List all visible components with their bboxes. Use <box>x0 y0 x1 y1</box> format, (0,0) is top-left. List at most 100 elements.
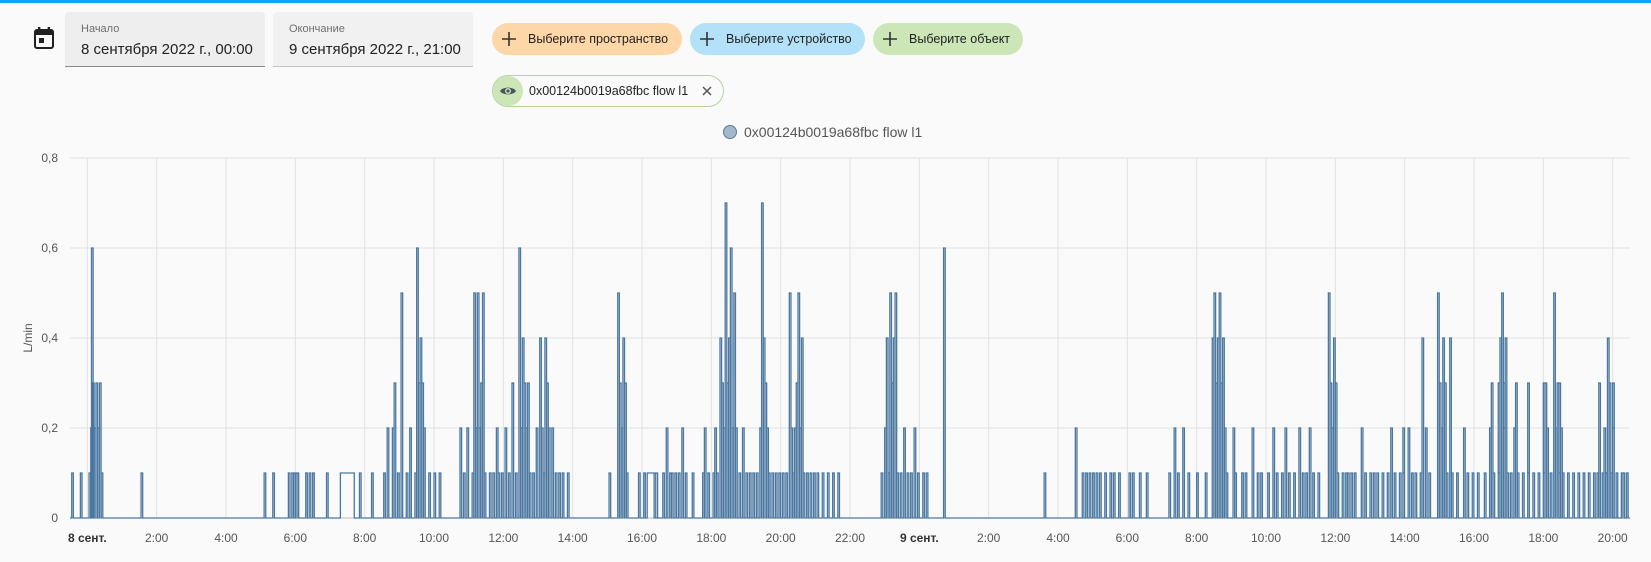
data-point <box>1232 427 1234 429</box>
start-date-field[interactable]: Начало 8 сентября 2022 г., 00:00 <box>65 12 265 67</box>
data-point <box>748 472 751 474</box>
data-point <box>778 472 780 474</box>
data-point <box>1272 427 1274 429</box>
top-accent-bar <box>0 0 1651 3</box>
data-point <box>1118 472 1120 474</box>
data-point <box>386 427 388 429</box>
data-point <box>618 382 621 384</box>
data-point <box>1081 472 1083 474</box>
data-point <box>1546 427 1548 429</box>
y-tick-label: 0 <box>51 511 58 525</box>
chart-legend[interactable]: 0x00124b0019a68fbc flow l1 <box>723 124 922 140</box>
data-point <box>400 292 402 294</box>
data-point <box>788 292 790 294</box>
x-tick-label: 4:00 <box>214 531 238 545</box>
data-point <box>1369 472 1371 474</box>
data-point <box>419 337 421 339</box>
data-point <box>781 472 784 474</box>
x-tick-label: 12:00 <box>488 531 518 545</box>
data-point <box>1251 427 1253 429</box>
data-point <box>1542 472 1544 474</box>
data-point <box>714 427 716 429</box>
data-point <box>527 382 529 384</box>
data-point <box>1492 472 1494 474</box>
data-point <box>906 472 908 474</box>
data-point <box>1376 472 1378 474</box>
end-date-value: 9 сентября 2022 г., 21:00 <box>289 41 461 58</box>
data-point <box>1092 472 1094 474</box>
data-point <box>1577 472 1579 474</box>
data-point <box>724 202 726 204</box>
data-point <box>1327 292 1329 294</box>
data-point <box>1544 382 1546 384</box>
x-tick-label: 8:00 <box>1185 531 1209 545</box>
data-point <box>1095 472 1097 474</box>
data-point <box>391 427 393 429</box>
data-point <box>767 472 770 474</box>
data-point <box>1109 472 1111 474</box>
data-point <box>1504 337 1506 339</box>
x-tick-label: 9 сент. <box>900 531 939 545</box>
data-point <box>677 472 680 474</box>
choose-entity-button[interactable]: Выберите объект <box>873 23 1023 55</box>
data-point <box>922 472 924 474</box>
data-point <box>1336 472 1338 474</box>
data-point <box>1471 472 1473 474</box>
data-point <box>1419 472 1421 474</box>
data-point <box>1112 472 1115 474</box>
x-tick-label: 14:00 <box>558 531 588 545</box>
data-point <box>71 472 73 474</box>
data-point <box>1333 337 1335 339</box>
data-point <box>501 472 503 474</box>
plus-icon <box>700 32 714 46</box>
data-point <box>1284 427 1286 429</box>
data-point <box>1506 472 1508 474</box>
data-point <box>497 472 499 474</box>
data-point <box>771 472 773 474</box>
data-point <box>1131 472 1134 474</box>
data-point <box>547 427 550 429</box>
data-point <box>715 472 718 474</box>
data-point <box>669 472 671 474</box>
data-point <box>790 427 792 429</box>
data-point <box>1610 472 1612 474</box>
choose-device-button[interactable]: Выберите устройство <box>690 23 865 55</box>
data-point <box>910 472 912 474</box>
data-point <box>943 247 945 249</box>
data-point <box>1386 472 1388 474</box>
selected-entity-label: 0x00124b0019a68fbc flow l1 <box>529 84 689 98</box>
data-point <box>79 472 81 474</box>
data-point <box>287 472 289 474</box>
data-point <box>1489 427 1491 429</box>
data-point <box>558 472 560 474</box>
start-date-label: Начало <box>81 23 120 35</box>
data-point <box>397 472 399 474</box>
data-point <box>707 472 709 474</box>
data-point <box>459 427 461 429</box>
data-point <box>1329 382 1331 384</box>
data-point <box>903 427 905 429</box>
calendar-icon[interactable] <box>34 27 54 49</box>
end-date-field[interactable]: Окончание 9 сентября 2022 г., 21:00 <box>273 12 473 67</box>
choose-space-button[interactable]: Выберите пространство <box>492 23 682 55</box>
data-point <box>1168 472 1170 474</box>
data-point <box>1308 427 1310 429</box>
data-point <box>383 472 385 474</box>
data-point <box>471 472 473 474</box>
data-point <box>821 472 823 474</box>
data-point <box>702 472 704 474</box>
data-point <box>1334 382 1336 384</box>
data-point <box>917 472 919 474</box>
data-point <box>1596 472 1598 474</box>
data-point <box>561 472 563 474</box>
close-icon[interactable] <box>700 84 714 98</box>
data-point <box>90 247 93 249</box>
x-tick-label: 18:00 <box>1528 531 1558 545</box>
y-axis-label: L/min <box>21 323 35 352</box>
data-point <box>1499 337 1501 339</box>
selected-entity-chip[interactable]: 0x00124b0019a68fbc flow l1 <box>492 75 724 107</box>
data-point <box>1537 472 1539 474</box>
data-point <box>339 472 341 474</box>
data-point <box>885 337 888 339</box>
data-point <box>1145 472 1147 474</box>
